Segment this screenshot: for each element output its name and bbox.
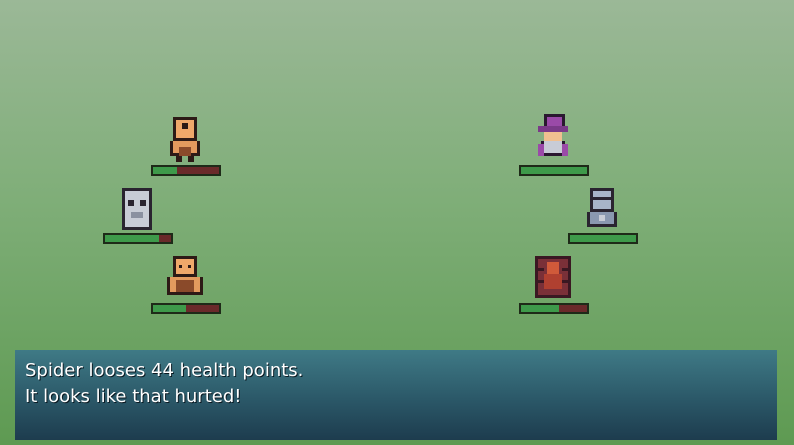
party-hp-bar — [103, 233, 173, 244]
party-hp-bar — [151, 303, 221, 314]
ghost-icon — [122, 188, 152, 230]
knight-icon — [587, 188, 617, 227]
enemy-hp-bar — [519, 303, 589, 314]
wizard-icon — [538, 114, 568, 156]
hp-fill — [570, 235, 636, 242]
battle-message-box[interactable]: Spider looses 44 health points. It looks… — [15, 350, 777, 440]
hp-fill — [521, 305, 560, 312]
enemy-hp-bar — [519, 165, 589, 176]
message-line-2: It looks like that hurted! — [25, 386, 242, 407]
spider-icon — [535, 256, 571, 298]
brawler-icon — [167, 256, 203, 295]
enemy-hp-bar — [568, 233, 638, 244]
hp-fill — [105, 235, 160, 242]
hp-fill — [153, 167, 177, 174]
party-hp-bar — [151, 165, 221, 176]
message-line-1: Spider looses 44 health points. — [25, 360, 304, 381]
cyclops-icon — [170, 117, 200, 162]
hp-fill — [521, 167, 587, 174]
hp-fill — [153, 305, 186, 312]
